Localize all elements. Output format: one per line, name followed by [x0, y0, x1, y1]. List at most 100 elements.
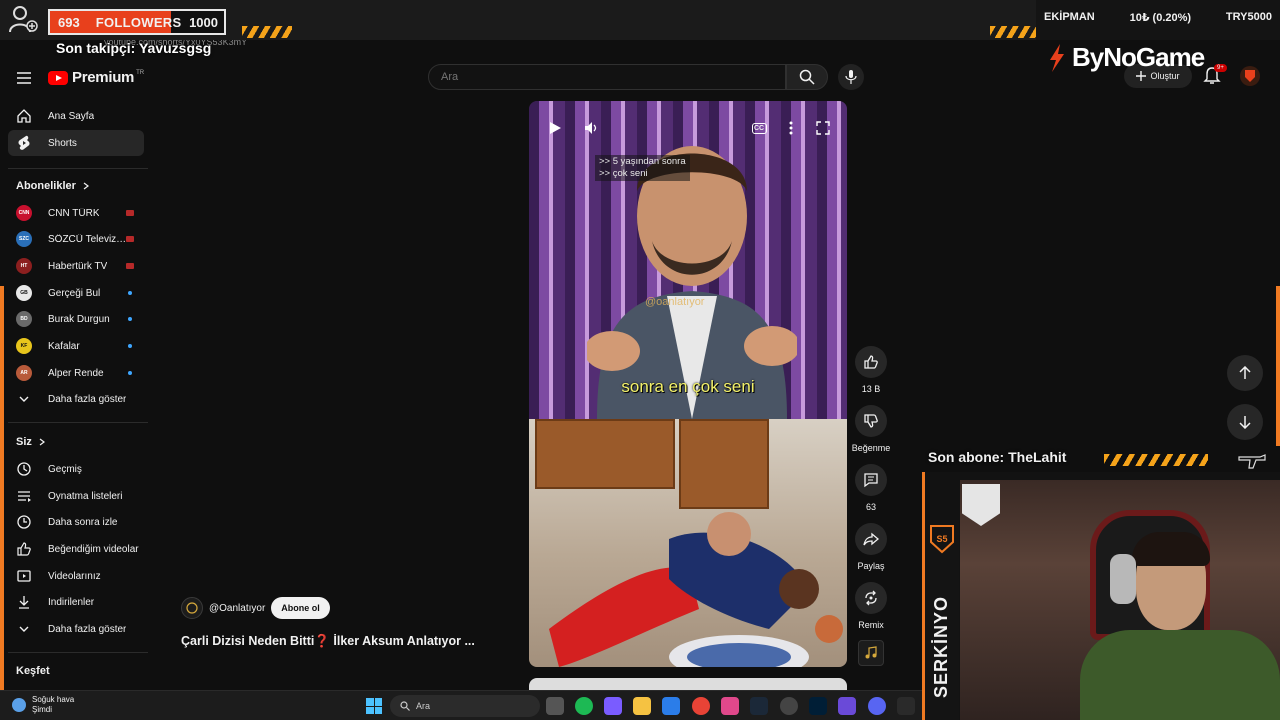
like-button[interactable] [855, 346, 887, 378]
add-user-icon [9, 6, 38, 33]
weather-widget[interactable]: Soğuk hava Şimdi [12, 695, 74, 715]
sidebar-channel-haberturk[interactable]: HT Habertürk TV [8, 253, 144, 279]
sidebar-item-shorts[interactable]: Shorts [8, 130, 144, 156]
stream-overlay-top: 693 FOLLOWERS 1000 EKİPMAN 10₺ (0.20%) T… [0, 0, 1280, 40]
sidebar-channel-sozcu[interactable]: SZC SÖZCÜ Televizyo... [8, 226, 144, 252]
sidebar-item-history[interactable]: Geçmiş [8, 456, 144, 482]
cc-icon: CC [751, 122, 767, 134]
explore-header: Keşfet [16, 665, 50, 677]
mute-button[interactable] [582, 119, 600, 137]
previous-short-button[interactable] [1227, 355, 1263, 391]
share-button[interactable] [855, 523, 887, 555]
sidebar-show-more-you[interactable]: Daha fazla göster [8, 616, 144, 642]
sidebar-channel-alper-rende[interactable]: AR Alper Rende [8, 360, 144, 386]
sidebar-channel-kafalar[interactable]: KF Kafalar [8, 333, 144, 359]
sidebar-item-home[interactable]: Ana Sayfa [8, 103, 144, 129]
spotify-icon[interactable] [575, 697, 593, 715]
youtube-logo[interactable]: Premium TR [48, 69, 144, 86]
more-options-button[interactable] [782, 119, 800, 137]
download-icon [16, 594, 32, 610]
sidebar-channel-gercegi-bul[interactable]: GB Gerçeği Bul [8, 280, 144, 306]
sidebar-channel-burak-durgun[interactable]: BD Burak Durgun [8, 306, 144, 332]
video-title[interactable]: Çarli Dizisi Neden Bitti❓ İlker Aksum An… [181, 634, 475, 649]
search-button[interactable] [786, 64, 828, 90]
sidebar-show-more-subs[interactable]: Daha fazla göster [8, 386, 144, 412]
sidebar-item-label: Kafalar [48, 340, 80, 352]
search-icon [799, 69, 815, 85]
steam-icon[interactable] [750, 697, 768, 715]
short-video-player[interactable]: >> 5 yaşından sonra >> çok seni @oanlatı… [529, 101, 847, 667]
channel-avatar[interactable] [181, 597, 203, 619]
file-explorer-icon[interactable] [633, 697, 651, 715]
next-short-button[interactable] [1227, 404, 1263, 440]
new-content-dot [128, 371, 132, 375]
copilot-icon[interactable] [604, 697, 622, 715]
taskbar-search[interactable]: Ara [390, 695, 540, 717]
sidebar-item-label: CNN TÜRK [48, 207, 100, 219]
dislike-button[interactable] [855, 405, 887, 437]
sidebar: Ana Sayfa Shorts Abonelikler CNN CNN TÜR… [0, 100, 152, 690]
sidebar-item-your-videos[interactable]: Videolarınız [8, 563, 144, 589]
channel-name[interactable]: @Oanlatıyor [209, 603, 265, 614]
video-watermark: @oanlatıyor [645, 296, 705, 308]
you-header[interactable]: Siz [16, 436, 46, 448]
task-view-icon[interactable] [546, 697, 564, 715]
notification-badge: 9+ [1214, 64, 1227, 72]
sound-thumbnail[interactable] [858, 640, 884, 666]
subscriptions-title: Abonelikler [16, 180, 76, 192]
sidebar-item-playlists[interactable]: Oynatma listeleri [8, 483, 144, 509]
search-input[interactable] [429, 65, 785, 89]
streamer-name: SERKİNYO [931, 595, 951, 698]
chevron-right-icon [39, 438, 45, 446]
thumbs-down-icon [864, 414, 878, 428]
logo-text: Premium [72, 69, 135, 86]
live-icon [126, 210, 134, 216]
remix-action[interactable]: Remix [848, 582, 894, 630]
like-action[interactable]: 13 B [848, 346, 894, 394]
dislike-action[interactable]: Beğenme [848, 405, 894, 453]
voice-search-button[interactable] [838, 64, 864, 90]
discord-icon[interactable] [868, 697, 886, 715]
subscriptions-header[interactable]: Abonelikler [16, 180, 90, 192]
sidebar-channel-cnn-turk[interactable]: CNN CNN TÜRK [8, 200, 144, 226]
comments-button[interactable] [855, 464, 887, 496]
sidebar-item-watch-later[interactable]: Daha sonra izle [8, 509, 144, 535]
subscribe-button[interactable]: Abone ol [271, 597, 330, 619]
obs-icon[interactable] [780, 697, 798, 715]
play-button[interactable] [546, 119, 564, 137]
epic-games-icon[interactable] [897, 697, 915, 715]
video-scene [549, 512, 843, 667]
ticker-label: EKİPMAN [1044, 11, 1095, 23]
fullscreen-button[interactable] [814, 119, 832, 137]
app-icon[interactable] [838, 697, 856, 715]
sidebar-item-liked-videos[interactable]: Beğendiğim videolar [8, 536, 144, 562]
captions-button[interactable]: CC [750, 119, 768, 137]
sidebar-item-label: Shorts [48, 137, 77, 149]
account-avatar[interactable] [1240, 66, 1260, 86]
channel-row: @Oanlatıyor Abone ol [181, 597, 330, 619]
photoshop-icon[interactable] [809, 697, 827, 715]
mic-icon [845, 70, 857, 84]
remix-button[interactable] [855, 582, 887, 614]
comments-action[interactable]: 63 [848, 464, 894, 512]
sidebar-item-downloads[interactable]: İndirilenler [8, 589, 144, 615]
overlay-edge-accent [1276, 286, 1280, 446]
chrome-icon[interactable] [692, 697, 710, 715]
share-action[interactable]: Paylaş [848, 523, 894, 571]
sidebar-item-label: Videolarınız [48, 570, 101, 582]
menu-icon[interactable] [14, 68, 34, 88]
brand-name: ByNoGame [1072, 42, 1205, 72]
sidebar-item-label: Oynatma listeleri [48, 490, 123, 502]
brand-logo: ByNoGame [1046, 42, 1205, 73]
overlay-edge-accent [0, 286, 4, 692]
remix-icon [865, 590, 877, 606]
share-label: Paylaş [857, 561, 885, 571]
store-icon[interactable] [662, 697, 680, 715]
ticker-goal: TRY5000 [1225, 11, 1272, 23]
windows-start-icon[interactable] [366, 698, 382, 714]
sidebar-item-label: Ana Sayfa [48, 110, 95, 122]
channel-avatar: GB [16, 285, 32, 301]
follower-count: 693 [58, 14, 80, 30]
streamer-badge-icon: S5 [930, 525, 954, 554]
app-icon[interactable] [721, 697, 739, 715]
